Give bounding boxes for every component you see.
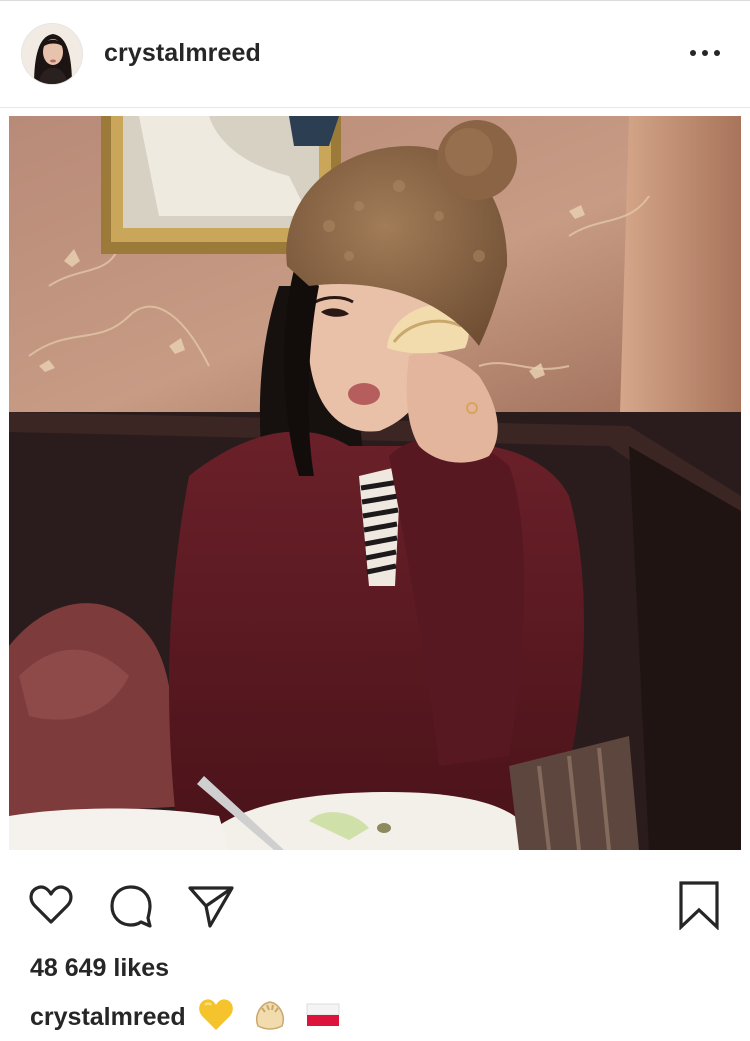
- comment-icon[interactable]: [106, 880, 156, 935]
- post-header: crystalmreed: [0, 1, 750, 107]
- more-dot: [690, 50, 696, 56]
- post-photo[interactable]: [9, 116, 741, 850]
- yellow-heart-icon: [198, 998, 234, 1037]
- bookmark-icon[interactable]: [674, 880, 724, 935]
- more-dot: [714, 50, 720, 56]
- avatar[interactable]: [21, 23, 83, 85]
- more-options-icon[interactable]: [690, 43, 720, 63]
- heart-icon[interactable]: [26, 880, 76, 935]
- caption-username[interactable]: crystalmreed: [30, 1003, 186, 1032]
- poland-flag-icon: [306, 1002, 340, 1033]
- dumpling-icon: [252, 998, 288, 1037]
- post-username[interactable]: crystalmreed: [104, 39, 261, 68]
- paper-plane-icon[interactable]: [186, 880, 236, 935]
- more-dot: [702, 50, 708, 56]
- caption: crystalmreed: [30, 998, 358, 1037]
- action-bar: [0, 870, 750, 940]
- header-divider: [0, 107, 750, 108]
- photo-illustration: [9, 116, 741, 850]
- likes-count[interactable]: 48 649 likes: [30, 954, 169, 983]
